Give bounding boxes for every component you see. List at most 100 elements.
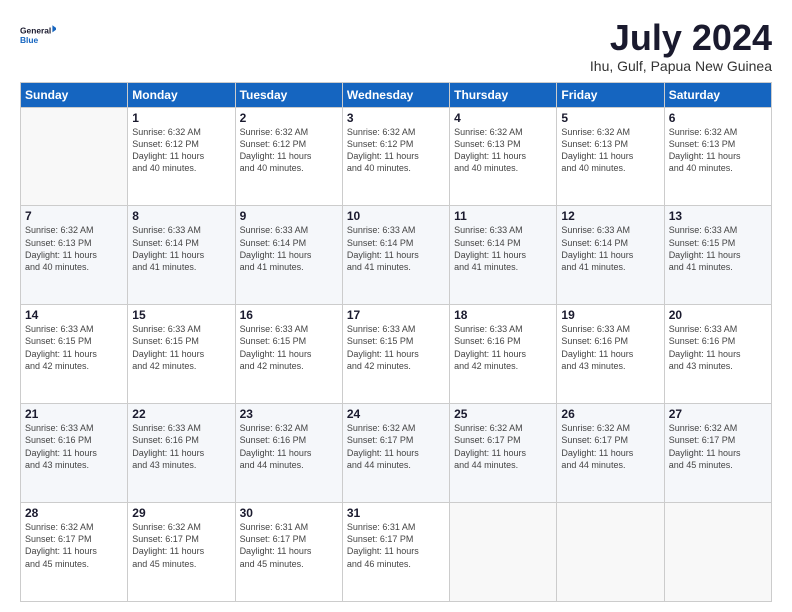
day-number: 31: [347, 506, 445, 520]
day-number: 21: [25, 407, 123, 421]
day-number: 25: [454, 407, 552, 421]
calendar-cell: 27Sunrise: 6:32 AMSunset: 6:17 PMDayligh…: [664, 404, 771, 503]
subtitle: Ihu, Gulf, Papua New Guinea: [590, 58, 772, 74]
weekday-header-saturday: Saturday: [664, 82, 771, 107]
weekday-header-monday: Monday: [128, 82, 235, 107]
calendar-cell: 10Sunrise: 6:33 AMSunset: 6:14 PMDayligh…: [342, 206, 449, 305]
logo: General Blue: [20, 18, 56, 54]
weekday-header-wednesday: Wednesday: [342, 82, 449, 107]
calendar-cell: 23Sunrise: 6:32 AMSunset: 6:16 PMDayligh…: [235, 404, 342, 503]
day-info: Sunrise: 6:32 AMSunset: 6:12 PMDaylight:…: [240, 126, 338, 175]
week-row-2: 7Sunrise: 6:32 AMSunset: 6:13 PMDaylight…: [21, 206, 772, 305]
calendar-cell: 11Sunrise: 6:33 AMSunset: 6:14 PMDayligh…: [450, 206, 557, 305]
week-row-5: 28Sunrise: 6:32 AMSunset: 6:17 PMDayligh…: [21, 503, 772, 602]
calendar-cell: [450, 503, 557, 602]
calendar-cell: 26Sunrise: 6:32 AMSunset: 6:17 PMDayligh…: [557, 404, 664, 503]
title-block: July 2024 Ihu, Gulf, Papua New Guinea: [590, 18, 772, 74]
day-number: 27: [669, 407, 767, 421]
day-info: Sunrise: 6:33 AMSunset: 6:14 PMDaylight:…: [132, 224, 230, 273]
calendar-cell: 4Sunrise: 6:32 AMSunset: 6:13 PMDaylight…: [450, 107, 557, 206]
day-info: Sunrise: 6:32 AMSunset: 6:16 PMDaylight:…: [240, 422, 338, 471]
day-info: Sunrise: 6:33 AMSunset: 6:15 PMDaylight:…: [669, 224, 767, 273]
week-row-1: 1Sunrise: 6:32 AMSunset: 6:12 PMDaylight…: [21, 107, 772, 206]
day-number: 10: [347, 209, 445, 223]
weekday-header-sunday: Sunday: [21, 82, 128, 107]
day-info: Sunrise: 6:32 AMSunset: 6:13 PMDaylight:…: [669, 126, 767, 175]
day-number: 18: [454, 308, 552, 322]
day-info: Sunrise: 6:32 AMSunset: 6:12 PMDaylight:…: [347, 126, 445, 175]
main-title: July 2024: [590, 18, 772, 58]
svg-text:Blue: Blue: [20, 35, 39, 45]
logo-svg: General Blue: [20, 18, 56, 54]
calendar-cell: 3Sunrise: 6:32 AMSunset: 6:12 PMDaylight…: [342, 107, 449, 206]
day-info: Sunrise: 6:32 AMSunset: 6:17 PMDaylight:…: [25, 521, 123, 570]
day-number: 28: [25, 506, 123, 520]
day-info: Sunrise: 6:33 AMSunset: 6:14 PMDaylight:…: [240, 224, 338, 273]
calendar-cell: 20Sunrise: 6:33 AMSunset: 6:16 PMDayligh…: [664, 305, 771, 404]
day-info: Sunrise: 6:33 AMSunset: 6:15 PMDaylight:…: [347, 323, 445, 372]
calendar-cell: [664, 503, 771, 602]
calendar-cell: 25Sunrise: 6:32 AMSunset: 6:17 PMDayligh…: [450, 404, 557, 503]
calendar-cell: 21Sunrise: 6:33 AMSunset: 6:16 PMDayligh…: [21, 404, 128, 503]
day-info: Sunrise: 6:32 AMSunset: 6:17 PMDaylight:…: [561, 422, 659, 471]
day-info: Sunrise: 6:33 AMSunset: 6:16 PMDaylight:…: [561, 323, 659, 372]
day-info: Sunrise: 6:32 AMSunset: 6:13 PMDaylight:…: [25, 224, 123, 273]
day-number: 11: [454, 209, 552, 223]
weekday-header-thursday: Thursday: [450, 82, 557, 107]
week-row-3: 14Sunrise: 6:33 AMSunset: 6:15 PMDayligh…: [21, 305, 772, 404]
day-number: 14: [25, 308, 123, 322]
day-number: 16: [240, 308, 338, 322]
day-number: 8: [132, 209, 230, 223]
day-number: 3: [347, 111, 445, 125]
calendar-cell: 16Sunrise: 6:33 AMSunset: 6:15 PMDayligh…: [235, 305, 342, 404]
day-number: 9: [240, 209, 338, 223]
day-info: Sunrise: 6:32 AMSunset: 6:17 PMDaylight:…: [132, 521, 230, 570]
day-number: 1: [132, 111, 230, 125]
header: General Blue July 2024 Ihu, Gulf, Papua …: [20, 18, 772, 74]
calendar-cell: 22Sunrise: 6:33 AMSunset: 6:16 PMDayligh…: [128, 404, 235, 503]
weekday-header-friday: Friday: [557, 82, 664, 107]
calendar-cell: 15Sunrise: 6:33 AMSunset: 6:15 PMDayligh…: [128, 305, 235, 404]
day-info: Sunrise: 6:32 AMSunset: 6:17 PMDaylight:…: [669, 422, 767, 471]
day-info: Sunrise: 6:33 AMSunset: 6:15 PMDaylight:…: [240, 323, 338, 372]
day-number: 7: [25, 209, 123, 223]
day-info: Sunrise: 6:32 AMSunset: 6:13 PMDaylight:…: [454, 126, 552, 175]
day-number: 22: [132, 407, 230, 421]
day-info: Sunrise: 6:33 AMSunset: 6:16 PMDaylight:…: [669, 323, 767, 372]
day-number: 24: [347, 407, 445, 421]
calendar-cell: 8Sunrise: 6:33 AMSunset: 6:14 PMDaylight…: [128, 206, 235, 305]
weekday-header-tuesday: Tuesday: [235, 82, 342, 107]
calendar-cell: 7Sunrise: 6:32 AMSunset: 6:13 PMDaylight…: [21, 206, 128, 305]
day-info: Sunrise: 6:33 AMSunset: 6:16 PMDaylight:…: [25, 422, 123, 471]
calendar-cell: 6Sunrise: 6:32 AMSunset: 6:13 PMDaylight…: [664, 107, 771, 206]
day-number: 20: [669, 308, 767, 322]
day-number: 19: [561, 308, 659, 322]
day-info: Sunrise: 6:31 AMSunset: 6:17 PMDaylight:…: [240, 521, 338, 570]
day-info: Sunrise: 6:33 AMSunset: 6:14 PMDaylight:…: [454, 224, 552, 273]
day-number: 2: [240, 111, 338, 125]
calendar-cell: 30Sunrise: 6:31 AMSunset: 6:17 PMDayligh…: [235, 503, 342, 602]
day-number: 6: [669, 111, 767, 125]
calendar-cell: [557, 503, 664, 602]
calendar-cell: 18Sunrise: 6:33 AMSunset: 6:16 PMDayligh…: [450, 305, 557, 404]
calendar-cell: 17Sunrise: 6:33 AMSunset: 6:15 PMDayligh…: [342, 305, 449, 404]
calendar-cell: [21, 107, 128, 206]
day-number: 30: [240, 506, 338, 520]
day-info: Sunrise: 6:32 AMSunset: 6:12 PMDaylight:…: [132, 126, 230, 175]
day-info: Sunrise: 6:32 AMSunset: 6:17 PMDaylight:…: [347, 422, 445, 471]
day-info: Sunrise: 6:33 AMSunset: 6:15 PMDaylight:…: [25, 323, 123, 372]
week-row-4: 21Sunrise: 6:33 AMSunset: 6:16 PMDayligh…: [21, 404, 772, 503]
day-number: 17: [347, 308, 445, 322]
day-info: Sunrise: 6:33 AMSunset: 6:16 PMDaylight:…: [454, 323, 552, 372]
calendar-cell: 19Sunrise: 6:33 AMSunset: 6:16 PMDayligh…: [557, 305, 664, 404]
calendar-table: SundayMondayTuesdayWednesdayThursdayFrid…: [20, 82, 772, 602]
calendar-cell: 2Sunrise: 6:32 AMSunset: 6:12 PMDaylight…: [235, 107, 342, 206]
day-number: 13: [669, 209, 767, 223]
calendar-cell: 13Sunrise: 6:33 AMSunset: 6:15 PMDayligh…: [664, 206, 771, 305]
calendar-cell: 5Sunrise: 6:32 AMSunset: 6:13 PMDaylight…: [557, 107, 664, 206]
calendar-cell: 28Sunrise: 6:32 AMSunset: 6:17 PMDayligh…: [21, 503, 128, 602]
day-number: 15: [132, 308, 230, 322]
calendar-cell: 1Sunrise: 6:32 AMSunset: 6:12 PMDaylight…: [128, 107, 235, 206]
svg-text:General: General: [20, 26, 51, 36]
page: General Blue July 2024 Ihu, Gulf, Papua …: [0, 0, 792, 612]
